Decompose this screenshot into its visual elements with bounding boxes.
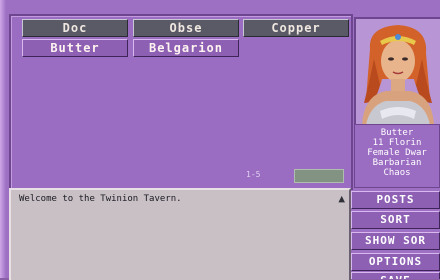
show-sort-button[interactable]: SHOW SOR [351,232,440,250]
character-race: Female Dwar [367,148,427,158]
tab-copper[interactable]: Copper [243,19,349,37]
character-button-belgarion[interactable]: Belgarion [133,39,239,57]
up-arrow-icon[interactable]: ▲ [338,192,345,205]
page-scroll-control[interactable] [294,169,344,183]
options-button[interactable]: OPTIONS [351,253,440,271]
sort-button[interactable]: SORT [351,211,440,229]
tab-doc[interactable]: Doc [22,19,128,37]
character-name: Butter [380,128,414,138]
log-message: Welcome to the Twinion Tavern. [19,194,182,204]
message-log[interactable]: Welcome to the Twinion Tavern. ▲ [9,188,351,280]
character-info: Butter 11 Florin Female Dwar Barbarian C… [354,124,440,188]
character-portrait [354,17,440,127]
character-class: Barbarian [372,158,422,168]
posts-button[interactable]: POSTS [351,191,440,209]
tab-obse[interactable]: Obse [133,19,239,37]
character-button-butter[interactable]: Butter [22,39,128,57]
portrait-image [356,19,440,125]
character-money: 11 Florin [372,138,422,148]
page-indicator: 1-5 [246,170,261,179]
character-alignment: Chaos [383,168,411,178]
